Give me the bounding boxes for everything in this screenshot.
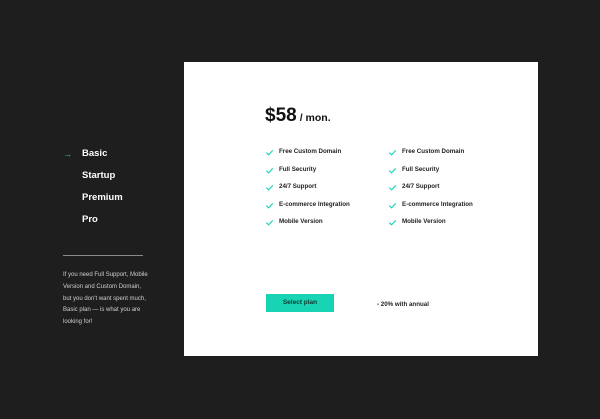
- feature-item: E-commerce Integration: [388, 201, 528, 219]
- feature-item: 24/7 Support: [388, 183, 528, 201]
- checkmark-icon: [388, 184, 397, 191]
- nav-item-basic[interactable]: → Basic: [63, 146, 183, 168]
- feature-label: 24/7 Support: [279, 183, 317, 190]
- price-period: / mon.: [299, 112, 331, 124]
- feature-label: Mobile Version: [279, 218, 323, 225]
- nav-item-pro[interactable]: Pro: [63, 212, 183, 234]
- feature-item: Free Custom Domain: [265, 148, 405, 166]
- checkmark-icon: [388, 202, 397, 209]
- feature-label: 24/7 Support: [402, 183, 440, 190]
- checkmark-icon: [265, 167, 274, 174]
- checkmark-icon: [388, 149, 397, 156]
- nav-item-label: Pro: [82, 214, 98, 225]
- checkmark-icon: [388, 167, 397, 174]
- checkmark-icon: [265, 202, 274, 209]
- select-plan-button[interactable]: Select plan: [266, 294, 334, 312]
- annual-discount-note: - 20% with annual: [377, 301, 429, 308]
- nav-item-premium[interactable]: Premium: [63, 190, 183, 212]
- pricing-card: $58/ mon. Free Custom Domain Full Securi…: [184, 62, 538, 356]
- feature-label: Full Security: [279, 165, 317, 173]
- feature-item: Mobile Version: [265, 218, 405, 236]
- arrow-right-icon: →: [63, 149, 72, 159]
- price: $58/ mon.: [265, 105, 331, 127]
- feature-label: Free Custom Domain: [279, 148, 342, 155]
- nav-item-label: Premium: [82, 192, 123, 203]
- feature-item: Mobile Version: [388, 218, 528, 236]
- checkmark-icon: [265, 219, 274, 226]
- nav-item-startup[interactable]: Startup: [63, 168, 183, 190]
- divider: [63, 255, 143, 256]
- plan-nav: → Basic Startup Premium Pro: [63, 146, 183, 234]
- feature-item: Full Security: [265, 166, 405, 184]
- feature-label: E-commerce Integration: [402, 200, 473, 208]
- price-amount: $58: [265, 105, 297, 126]
- feature-item: E-commerce Integration: [265, 201, 405, 219]
- features-list-left: Free Custom Domain Full Security 24/7 Su…: [265, 148, 405, 236]
- checkmark-icon: [388, 219, 397, 226]
- feature-label: Free Custom Domain: [402, 148, 465, 155]
- checkmark-icon: [265, 184, 274, 191]
- feature-item: Full Security: [388, 166, 528, 184]
- features-list-right: Free Custom Domain Full Security 24/7 Su…: [388, 148, 528, 236]
- feature-label: Mobile Version: [402, 218, 446, 225]
- nav-item-label: Basic: [82, 148, 108, 159]
- feature-item: Free Custom Domain: [388, 148, 528, 166]
- feature-item: 24/7 Support: [265, 183, 405, 201]
- plan-description: If you need Full Support, Mobile Version…: [63, 272, 148, 326]
- nav-item-label: Startup: [82, 170, 116, 181]
- feature-label: Full Security: [402, 165, 440, 173]
- checkmark-icon: [265, 149, 274, 156]
- feature-label: E-commerce Integration: [279, 200, 350, 208]
